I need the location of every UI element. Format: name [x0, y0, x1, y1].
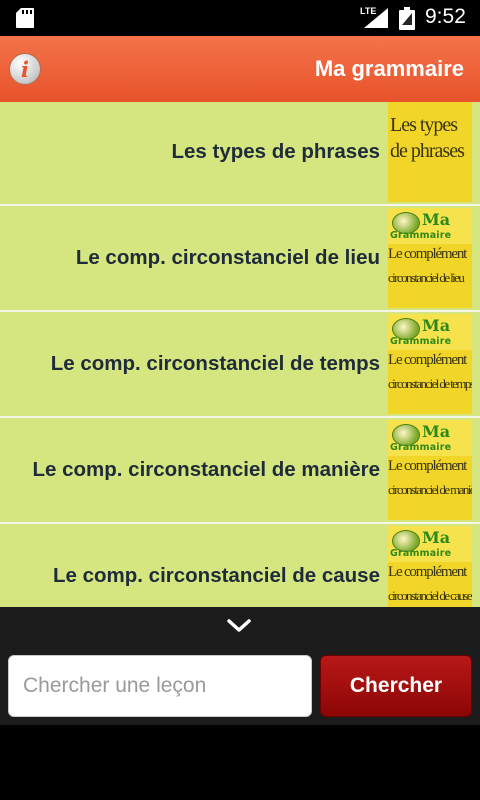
lesson-row[interactable]: Le comp. circonstanciel de manière Ma Gram… — [0, 418, 480, 524]
thumbnail-brand: Ma — [422, 316, 451, 335]
chevron-down-icon[interactable] — [226, 618, 252, 634]
thumbnail-logo-banner: Ma Grammaire — [388, 208, 472, 244]
thumbnail-caption-detail: circonstanciel de lieu — [388, 270, 465, 285]
lesson-row[interactable]: Le comp. circonstanciel de cause Ma Gramma… — [0, 524, 480, 607]
app-title: Ma grammaire — [314, 56, 464, 81]
lesson-thumbnail: Ma Grammaire Le complément circonstanciel d… — [388, 314, 472, 414]
thumbnail-subtitle: de phrases — [390, 140, 465, 162]
search-button[interactable]: Chercher — [320, 655, 472, 717]
navigation-bar-area — [0, 725, 480, 800]
thumbnail-caption-detail: circonstanciel de temps — [388, 376, 472, 391]
battery-icon — [399, 7, 415, 30]
thumbnail-brand-name: Grammaire — [390, 442, 452, 453]
thumbnail-title: Les types — [390, 114, 458, 136]
signal-icon — [364, 8, 388, 28]
thumbnail-caption-detail: circonstanciel de manière — [388, 482, 472, 497]
lesson-row[interactable]: Les types de phrases Les types de phrases — [0, 102, 480, 206]
info-icon[interactable]: i — [9, 53, 41, 85]
status-bar: LTE 9:52 — [0, 0, 480, 36]
action-bar: i Ma grammaire — [0, 36, 480, 102]
lesson-title: Le comp. circonstanciel de temps — [50, 352, 380, 375]
thumbnail-brand: Ma — [422, 422, 451, 441]
thumbnail-logo-banner: Ma Grammaire — [388, 314, 472, 350]
sd-card-icon — [16, 8, 34, 28]
lesson-title: Le comp. circonstanciel de lieu — [75, 246, 380, 269]
thumbnail-brand-name: Grammaire — [390, 336, 452, 347]
info-glyph: i — [21, 57, 29, 82]
clock: 9:52 — [425, 5, 466, 28]
lesson-thumbnail: Les types de phrases — [388, 102, 472, 202]
lesson-row[interactable]: Le comp. circonstanciel de temps Ma Gramma… — [0, 312, 480, 418]
lesson-title: Les types de phrases — [171, 140, 380, 163]
thumbnail-caption-detail: circonstanciel de cause — [388, 588, 472, 603]
lesson-title: Le comp. circonstanciel de manière — [32, 458, 381, 481]
lesson-list[interactable]: Les types de phrases Les types de phrases L… — [0, 102, 480, 607]
thumbnail-caption: Le complément — [388, 564, 467, 580]
lesson-thumbnail: Ma Grammaire Le complément circonstanciel d… — [388, 526, 472, 607]
thumbnail-logo-banner: Ma Grammaire — [388, 420, 472, 456]
lesson-thumbnail: Ma Grammaire Le complément circonstanciel d… — [388, 420, 472, 520]
thumbnail-brand-name: Grammaire — [390, 230, 452, 241]
thumbnail-caption: Le complément — [388, 246, 467, 262]
thumbnail-brand: Ma — [422, 210, 451, 229]
search-panel: Chercher — [0, 607, 480, 725]
thumbnail-caption: Le complément — [388, 352, 467, 368]
lesson-thumbnail: Ma Grammaire Le complément circonstanciel d… — [388, 208, 472, 308]
thumbnail-brand: Ma — [422, 528, 451, 547]
search-input[interactable] — [8, 655, 312, 717]
thumbnail-caption: Le complément — [388, 458, 467, 474]
thumbnail-logo-banner: Ma Grammaire — [388, 526, 472, 562]
lesson-row[interactable]: Le comp. circonstanciel de lieu Ma Grammai… — [0, 206, 480, 312]
lesson-title: Le comp. circonstanciel de cause — [53, 564, 380, 587]
thumbnail-brand-name: Grammaire — [390, 548, 452, 559]
